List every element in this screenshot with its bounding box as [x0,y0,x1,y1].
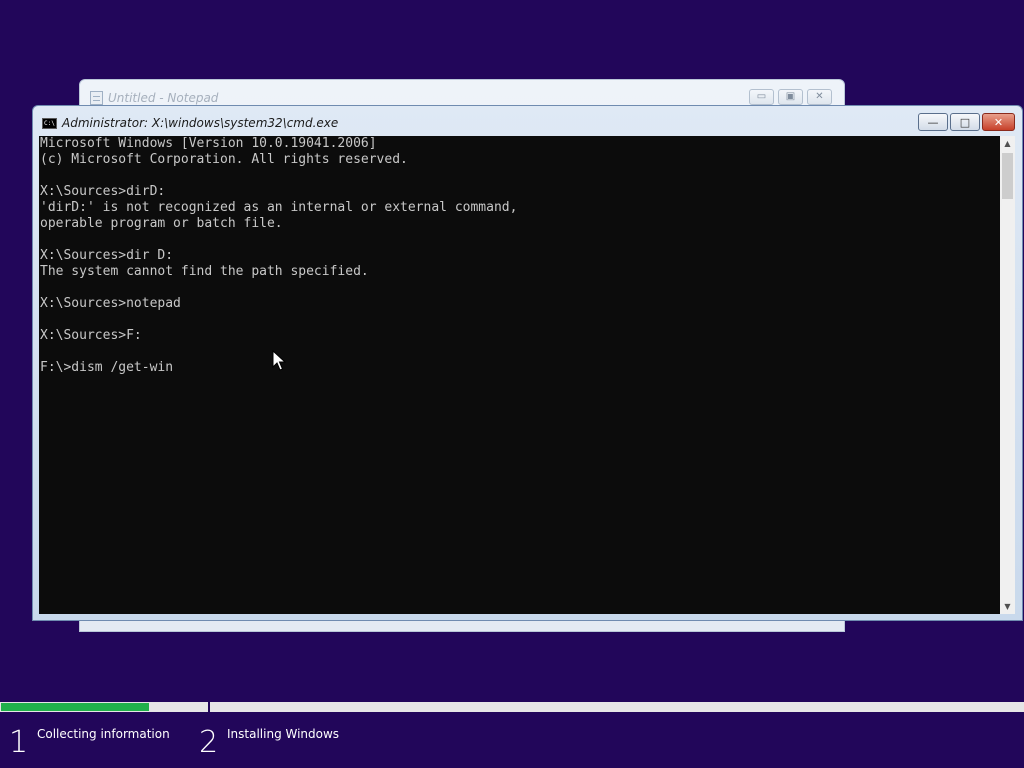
mouse-cursor-icon [272,350,286,371]
scroll-down-arrow-icon[interactable]: ▼ [1000,599,1015,614]
step-1-label: Collecting information [37,727,170,741]
terminal-line: operable program or batch file. [40,216,283,231]
cmd-titlebar[interactable]: C:\ Administrator: X:\windows\system32\c… [33,106,1022,136]
scrollbar-thumb[interactable] [1002,153,1013,199]
progress-step-divider [208,702,210,714]
terminal-output[interactable]: Microsoft Windows [Version 10.0.19041.20… [39,136,1000,614]
terminal-line: The system cannot find the path specifie… [40,264,369,279]
terminal-line: (c) Microsoft Corporation. All rights re… [40,152,408,167]
cmd-icon: C:\ [42,118,57,129]
terminal-text: Microsoft Windows [Version 10.0.19041.20… [39,136,1000,376]
notepad-maximize-button[interactable]: ▣ [778,89,803,105]
notepad-close-button[interactable]: ✕ [807,89,832,105]
cmd-maximize-button[interactable]: □ [950,113,980,131]
terminal-scrollbar[interactable]: ▲ ▼ [1000,136,1015,614]
step-2-number: 2 [199,725,219,760]
cmd-close-button[interactable]: ✕ [982,113,1015,131]
cmd-window[interactable]: C:\ Administrator: X:\windows\system32\c… [32,105,1023,621]
notepad-titlebar[interactable]: Untitled - Notepad [90,90,218,106]
terminal-line: X:\Sources>dirD: [40,184,166,199]
minimize-icon: ▭ [756,91,767,102]
notepad-window-controls: ▭ ▣ ✕ [749,89,832,105]
maximize-icon: ▣ [785,91,796,102]
cmd-window-controls: — □ ✕ [918,113,1015,131]
setup-progress-fill [1,703,150,711]
setup-progress-bar [0,702,1024,714]
minimize-icon: — [927,115,939,129]
terminal-line: X:\Sources>dir D: [40,248,174,263]
terminal-line: Microsoft Windows [Version 10.0.19041.20… [40,136,377,151]
terminal-line: 'dirD:' is not recognized as an internal… [40,200,518,215]
scroll-up-arrow-icon[interactable]: ▲ [1000,136,1015,151]
maximize-icon: □ [959,115,971,129]
notepad-minimize-button[interactable]: ▭ [749,89,774,105]
step-1-number: 1 [9,725,29,760]
notepad-title: Untitled - Notepad [108,91,219,105]
close-icon: ✕ [993,115,1004,129]
terminal-line: X:\Sources>F: [40,328,142,343]
terminal-line: X:\Sources>notepad [40,296,181,311]
notepad-icon [90,91,103,105]
cmd-title: Administrator: X:\windows\system32\cmd.e… [62,116,339,130]
cmd-minimize-button[interactable]: — [918,113,948,131]
close-icon: ✕ [815,91,824,102]
terminal-line: F:\>dism /get-win [40,360,174,375]
step-2-label: Installing Windows [227,727,340,741]
